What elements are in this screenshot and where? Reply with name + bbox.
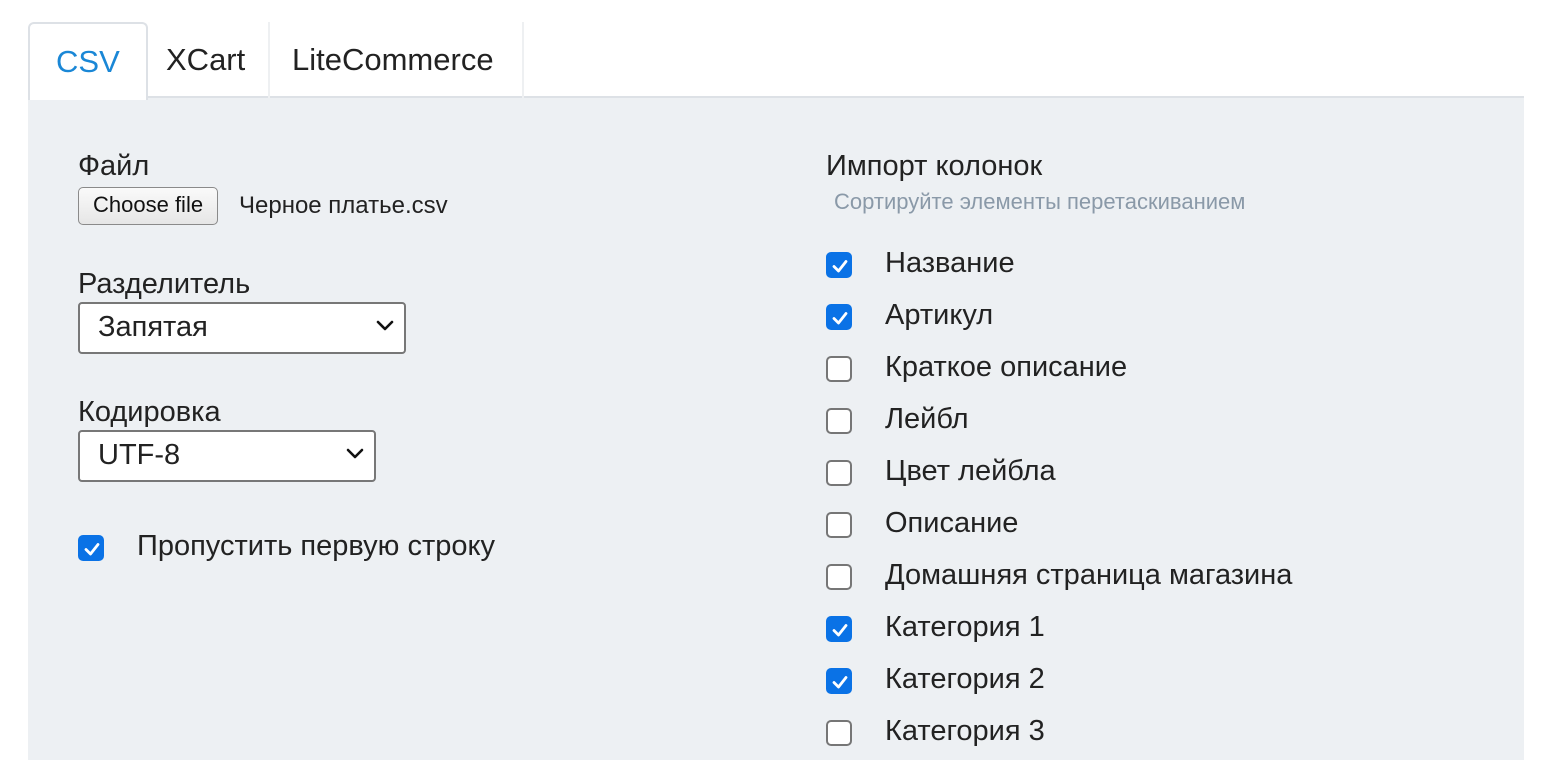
column-item[interactable]: Категория 1 [826, 609, 1446, 649]
column-item[interactable]: Артикул [826, 297, 1446, 337]
column-label: Описание [885, 507, 1019, 539]
sort-hint: Сортируйте элементы перетаскиванием [834, 189, 1246, 214]
check-icon [832, 260, 848, 273]
column-item[interactable]: Домашняя страница магазина [826, 557, 1446, 597]
column-item[interactable]: Краткое описание [826, 349, 1446, 389]
tab-litecommerce[interactable]: LiteCommerce [272, 22, 524, 98]
column-checkbox[interactable] [826, 616, 852, 642]
column-item[interactable]: Лейбл [826, 401, 1446, 441]
tab-xcart-label: XCart [166, 42, 246, 77]
separator-label: Разделитель [78, 268, 251, 300]
column-label: Артикул [885, 299, 994, 331]
tab-xcart[interactable]: XCart [146, 22, 270, 98]
column-label: Название [885, 247, 1015, 279]
file-label: Файл [78, 150, 150, 182]
column-checkbox[interactable] [826, 564, 852, 590]
chevron-down-icon [346, 448, 364, 459]
column-item[interactable]: Название [826, 245, 1446, 285]
check-icon [832, 624, 848, 637]
column-checkbox[interactable] [826, 512, 852, 538]
tab-csv-label: CSV [56, 44, 120, 79]
check-icon [832, 312, 848, 325]
column-label: Категория 2 [885, 663, 1045, 695]
column-item[interactable]: Категория 3 [826, 713, 1446, 753]
tab-csv[interactable]: CSV [28, 22, 148, 100]
column-label: Категория 3 [885, 715, 1045, 747]
encoding-label: Кодировка [78, 396, 221, 428]
tab-litecommerce-label: LiteCommerce [292, 42, 494, 77]
column-label: Краткое описание [885, 351, 1128, 383]
selected-file-name: Черное платье.csv [239, 192, 448, 219]
column-item[interactable]: Категория 2 [826, 661, 1446, 701]
column-label: Лейбл [885, 403, 969, 435]
separator-select-value: Запятая [98, 311, 208, 343]
skip-first-row-checkbox[interactable] [78, 535, 104, 561]
column-checkbox[interactable] [826, 252, 852, 278]
column-label: Домашняя страница магазина [885, 559, 1293, 591]
separator-select[interactable]: Запятая [78, 302, 406, 354]
check-icon [832, 676, 848, 689]
check-icon [84, 543, 100, 556]
column-checkbox[interactable] [826, 304, 852, 330]
column-label: Категория 1 [885, 611, 1045, 643]
encoding-select[interactable]: UTF-8 [78, 430, 376, 482]
column-checkbox[interactable] [826, 668, 852, 694]
encoding-select-value: UTF-8 [98, 439, 181, 471]
import-columns-title: Импорт колонок [826, 150, 1043, 182]
skip-first-row-label: Пропустить первую строку [137, 530, 495, 562]
chevron-down-icon [376, 320, 394, 331]
column-item[interactable]: Описание [826, 505, 1446, 545]
choose-file-button[interactable]: Choose file [78, 187, 219, 225]
tab-bar: CSV XCart LiteCommerce [28, 22, 1524, 100]
column-checkbox[interactable] [826, 408, 852, 434]
column-item[interactable]: Цвет лейбла [826, 453, 1446, 493]
column-checkbox[interactable] [826, 460, 852, 486]
column-checkbox[interactable] [826, 720, 852, 746]
column-label: Цвет лейбла [885, 455, 1056, 487]
column-checkbox[interactable] [826, 356, 852, 382]
